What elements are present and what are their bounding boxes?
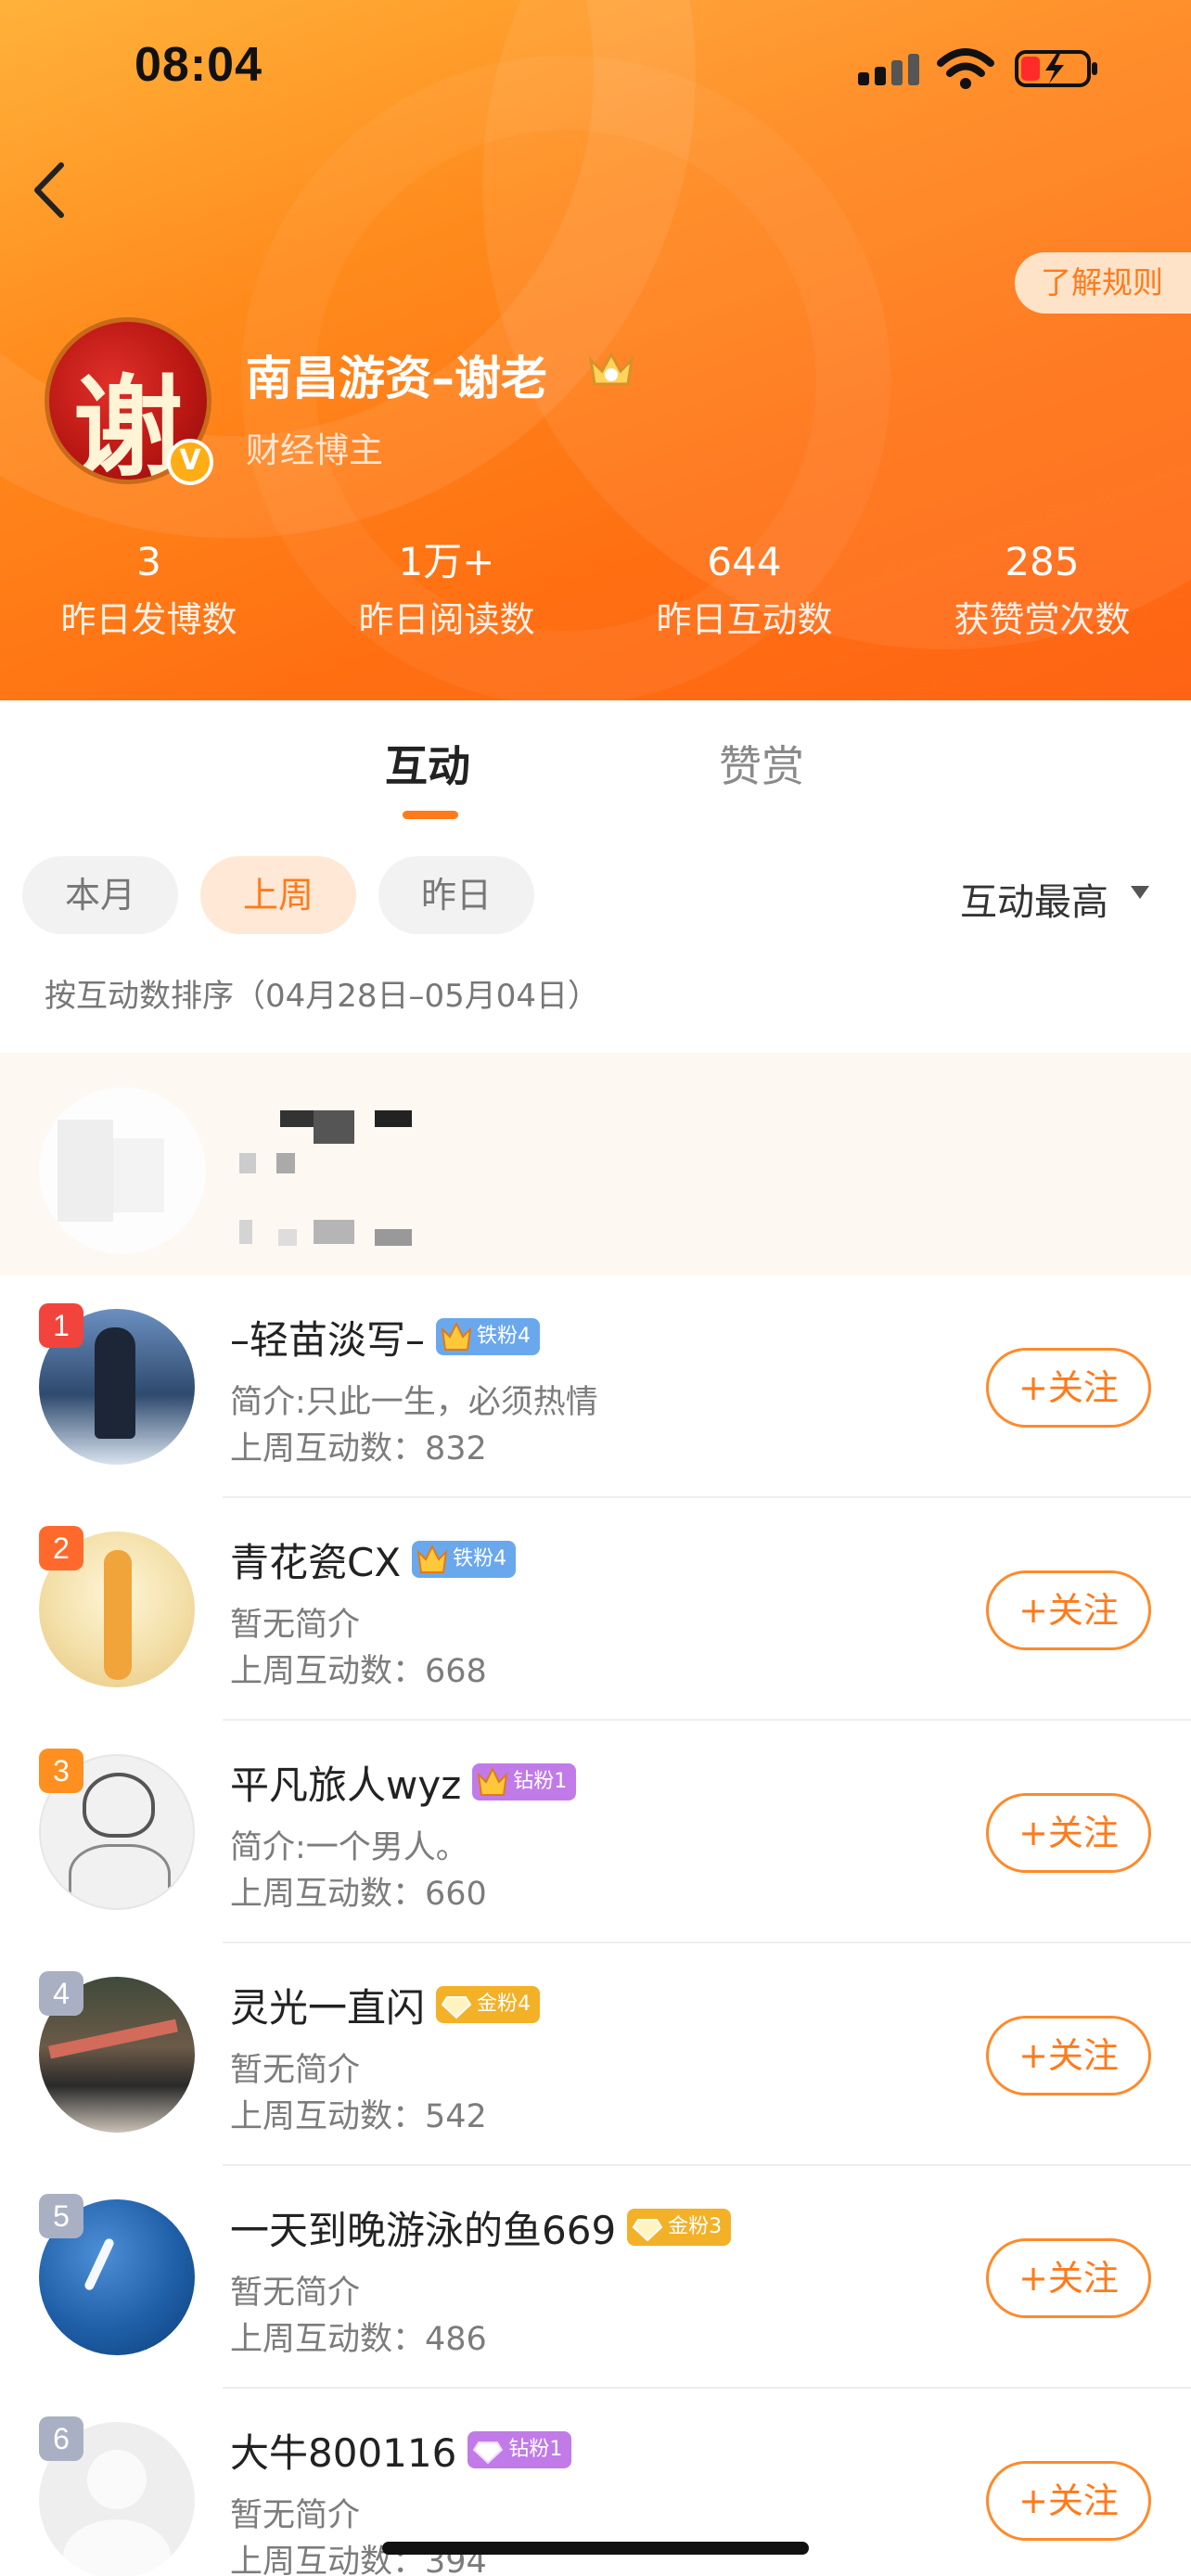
interaction-count: 上周互动数：542 — [230, 2098, 487, 2135]
filter-last-week[interactable]: 上周 — [200, 856, 356, 934]
stat-posts: 3 昨日发博数 — [0, 534, 298, 664]
fan-badge-label: 金粉3 — [668, 2215, 723, 2238]
interaction-count: 上周互动数：832 — [230, 1430, 487, 1467]
crown-icon — [416, 1544, 448, 1573]
name-line: 一天到晚游泳的鱼669 金粉3 — [230, 2199, 732, 2256]
pixelated-text — [314, 1110, 416, 1250]
fan-badge: 钻粉1 — [472, 1763, 577, 1801]
tab-interaction[interactable]: 互动 — [385, 733, 470, 794]
rank-badge: 3 — [39, 1749, 83, 1793]
interaction-count: 上周互动数：660 — [230, 1876, 487, 1913]
name-line: 大牛800116 钻粉1 — [230, 2422, 572, 2479]
user-name[interactable]: 青花瓷CX — [230, 1532, 401, 1588]
name-line: 青花瓷CX 铁粉4 — [230, 1532, 517, 1588]
user-name: 南昌游资–谢老 — [246, 352, 547, 405]
stat-reads: 1万+ 昨日阅读数 — [298, 534, 596, 664]
stat-value: 3 — [136, 539, 161, 584]
follow-button[interactable]: +关注 — [986, 1570, 1151, 1650]
stat-label: 昨日阅读数 — [358, 599, 535, 640]
fan-badge: 钻粉1 — [467, 2431, 572, 2468]
self-rank-row — [0, 1053, 1191, 1275]
fan-badge: 金粉4 — [436, 1986, 541, 2023]
tab-reward[interactable]: 赞赏 — [719, 733, 804, 794]
fan-badge-label: 铁粉4 — [477, 1325, 531, 1348]
gold-gem-icon — [441, 1996, 472, 2019]
crown-icon — [588, 351, 634, 386]
stat-value: 644 — [707, 539, 782, 584]
follow-button[interactable]: +关注 — [986, 1793, 1151, 1873]
rank-badge: 6 — [39, 2416, 83, 2461]
status-time: 08:04 — [134, 38, 263, 92]
user-name[interactable]: 一天到晚游泳的鱼669 — [230, 2199, 616, 2256]
fan-badge-label: 铁粉4 — [453, 1547, 507, 1570]
rank-badge: 5 — [39, 2194, 83, 2238]
user-bio: 暂无简介 — [230, 1607, 361, 1644]
stat-label: 昨日发博数 — [60, 599, 237, 640]
battery-charging-icon — [1015, 50, 1097, 87]
list-item[interactable]: 3 平凡旅人wyz 钻粉1 简介:一个男人。 上周互动数：660 +关注 — [0, 1721, 1191, 1943]
tab-underline — [403, 811, 458, 819]
stat-value: 285 — [1005, 539, 1080, 584]
fan-badge-label: 金粉4 — [477, 1993, 531, 2016]
sort-note: 按互动数排序（04月28日–05月04日） — [45, 978, 600, 1015]
name-line: 灵光一直闪 金粉4 — [230, 1977, 541, 2033]
sort-dropdown[interactable]: 互动最高 — [960, 872, 1108, 926]
home-indicator[interactable] — [382, 2542, 809, 2555]
diamond-icon — [473, 2441, 504, 2465]
pixelated-text — [239, 1110, 314, 1250]
fan-badge-label: 钻粉1 — [508, 2438, 563, 2461]
self-avatar — [39, 1087, 206, 1254]
stat-interactions: 644 昨日互动数 — [596, 534, 893, 664]
dropdown-arrow-icon[interactable] — [1131, 886, 1149, 899]
stat-label: 昨日互动数 — [656, 599, 833, 640]
user-name[interactable]: 大牛800116 — [230, 2422, 456, 2479]
interaction-count: 上周互动数：668 — [230, 1653, 487, 1690]
user-bio: 暂无简介 — [230, 2275, 361, 2312]
name-line: –轻苗淡写– 铁粉4 — [230, 1309, 541, 1365]
fan-badge: 金粉3 — [627, 2209, 732, 2246]
rank-badge: 2 — [39, 1526, 83, 1570]
filter-yesterday[interactable]: 昨日 — [378, 856, 534, 934]
back-arrow-icon[interactable] — [26, 158, 72, 223]
verified-v-icon: V — [167, 439, 213, 485]
fan-badge: 铁粉4 — [412, 1541, 517, 1578]
list-item[interactable]: 5 一天到晚游泳的鱼669 金粉3 暂无简介 上周互动数：486 +关注 — [0, 2166, 1191, 2389]
rules-button[interactable]: 了解规则 — [1015, 252, 1191, 314]
follow-button[interactable]: +关注 — [986, 2238, 1151, 2318]
follow-button[interactable]: +关注 — [986, 2016, 1151, 2095]
user-bio: 简介:只此一生，必须热情 — [230, 1384, 598, 1421]
user-name[interactable]: 灵光一直闪 — [230, 1977, 425, 2033]
user-name[interactable]: 平凡旅人wyz — [230, 1754, 461, 1811]
user-bio: 暂无简介 — [230, 2052, 361, 2089]
filter-month[interactable]: 本月 — [22, 856, 178, 934]
crown-icon — [477, 1766, 508, 1796]
follow-button[interactable]: +关注 — [986, 1348, 1151, 1428]
signal-icon — [858, 52, 921, 85]
stat-value: 1万+ — [398, 539, 495, 584]
list-item[interactable]: 1 –轻苗淡写– 铁粉4 简介:只此一生，必须热情 上周互动数：832 +关注 — [0, 1275, 1191, 1498]
list-item[interactable]: 4 灵光一直闪 金粉4 暂无简介 上周互动数：542 +关注 — [0, 1943, 1191, 2166]
follow-button[interactable]: +关注 — [986, 2461, 1151, 2541]
gold-gem-icon — [632, 2219, 663, 2242]
wifi-icon — [937, 48, 994, 89]
user-role: 财经博主 — [246, 430, 383, 470]
rank-badge: 4 — [39, 1971, 83, 2016]
fan-badge-label: 钻粉1 — [513, 1770, 568, 1793]
user-name[interactable]: –轻苗淡写– — [230, 1309, 425, 1365]
name-line: 平凡旅人wyz 钻粉1 — [230, 1754, 577, 1811]
fan-badge: 铁粉4 — [436, 1318, 541, 1355]
rank-badge: 1 — [39, 1303, 83, 1348]
interaction-count: 上周互动数：486 — [230, 2321, 487, 2358]
crown-icon — [441, 1321, 472, 1351]
stat-rewards: 285 获赞赏次数 — [893, 534, 1191, 664]
tab-bar — [0, 700, 1191, 821]
stats-bar: 3 昨日发博数 1万+ 昨日阅读数 644 昨日互动数 285 获赞赏次数 — [0, 534, 1191, 664]
profile-header: 08:04 了解规则 谢 V 南昌游资–谢老 财经博主 3 昨日发博数 1万+ … — [0, 0, 1191, 700]
user-bio: 暂无简介 — [230, 2497, 361, 2534]
list-item[interactable]: 2 青花瓷CX 铁粉4 暂无简介 上周互动数：668 +关注 — [0, 1498, 1191, 1721]
user-bio: 简介:一个男人。 — [230, 1829, 468, 1866]
stat-label: 获赞赏次数 — [954, 599, 1131, 640]
